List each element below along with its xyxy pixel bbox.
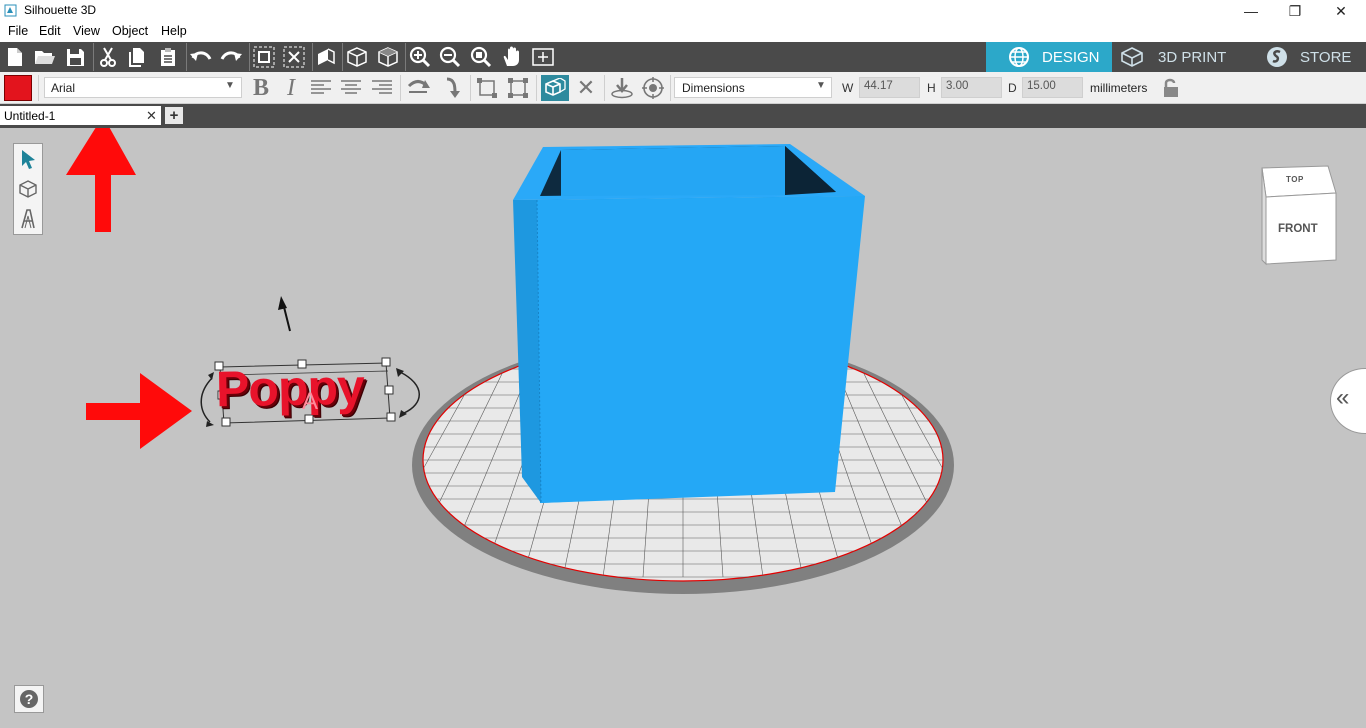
pan-hand-icon[interactable] [500,45,524,69]
toolbar-separator [470,75,471,101]
toolbar-separator [312,43,313,71]
toolbar-separator [405,43,406,71]
save-icon[interactable] [63,45,87,69]
bounding-box-icon[interactable] [474,76,500,100]
document-tab-bar [0,104,1366,128]
design-canvas[interactable] [0,128,1366,728]
align-center-icon[interactable] [338,76,364,100]
store-icon [1267,47,1287,67]
shape-cube-icon[interactable] [15,176,41,202]
depth-field[interactable]: 15.00 [1022,77,1083,98]
toolbar-separator [536,75,537,101]
svg-text:?: ? [25,691,34,707]
toolbar-separator [400,75,401,101]
minimize-button[interactable]: — [1228,0,1274,22]
menu-object[interactable]: Object [112,24,148,38]
new-file-icon[interactable] [3,45,27,69]
zoom-out-icon[interactable] [438,45,462,69]
align-right-icon[interactable] [369,76,395,100]
tab-design[interactable]: DESIGN [986,42,1112,72]
paste-icon[interactable] [156,45,180,69]
undo-icon[interactable] [189,45,213,69]
fit-page-icon[interactable] [531,45,555,69]
double-chevron-left-icon[interactable]: « [1336,384,1349,412]
maximize-button[interactable]: ❐ [1272,0,1318,22]
cube-view-icon[interactable] [345,45,369,69]
select-pointer-icon[interactable] [15,146,41,172]
text-path-icon[interactable] [406,76,432,100]
toolbar-separator [604,75,605,101]
tab-store[interactable]: STORE [1246,42,1366,72]
toolbar-separator [38,75,39,101]
zoom-fit-icon[interactable] [469,45,493,69]
tab-3d-print-label: 3D PRINT [1158,48,1227,66]
menu-file[interactable]: File [8,24,28,38]
center-target-icon[interactable] [640,76,666,100]
width-field[interactable]: 44.17 [859,77,920,98]
view-cube-top-label[interactable]: TOP [1286,175,1304,184]
cube-wire-icon[interactable] [376,45,400,69]
lock-icon[interactable] [1158,76,1184,100]
height-label: H [927,81,936,95]
globe-icon [1009,47,1029,67]
align-left-icon[interactable] [308,76,334,100]
toolbar-separator [249,43,250,71]
height-field[interactable]: 3.00 [941,77,1002,98]
font-select-value: Arial [51,81,76,95]
menu-edit[interactable]: Edit [39,24,61,38]
ungroup-icon[interactable] [282,45,306,69]
dimensions-select-value: Dimensions [682,81,745,95]
extrude-view-icon[interactable] [314,45,338,69]
tab-store-label: STORE [1300,48,1352,66]
open-file-icon[interactable] [33,45,57,69]
close-tab-icon[interactable]: ✕ [146,108,157,124]
copy-icon[interactable] [126,45,150,69]
new-tab-button[interactable]: + [165,107,183,124]
3d-print-icon [1121,47,1143,67]
group-icon[interactable] [252,45,276,69]
tab-3d-print[interactable]: 3D PRINT [1112,42,1246,72]
text-object-poppy[interactable]: Poppy [216,358,365,419]
width-label: W [842,81,854,95]
box-model[interactable] [513,144,865,504]
chevron-down-icon: ▼ [225,80,235,91]
close-window-button[interactable]: ✕ [1318,0,1364,22]
units-label: millimeters [1090,81,1148,95]
transform-box-icon[interactable] [505,76,531,100]
text-vertical-icon[interactable] [438,76,464,100]
3d-text-icon[interactable] [541,75,569,101]
title-bar [0,0,1366,22]
view-cube-front-label[interactable]: FRONT [1278,223,1318,235]
menu-help[interactable]: Help [161,24,187,38]
chevron-down-icon: ▼ [816,80,826,91]
color-swatch[interactable] [4,75,32,101]
redo-icon[interactable] [219,45,243,69]
annotation-arrows [66,128,192,449]
toolbar-separator [93,43,94,71]
toolbar-separator [670,75,671,101]
tab-design-label: DESIGN [1042,48,1100,66]
text-anchor-icon: A [302,388,319,415]
toolbar-separator [186,43,187,71]
text-tool-icon[interactable] [15,206,41,232]
menu-bar [0,22,1366,42]
window-title: Silhouette 3D [24,3,97,17]
document-tab-title: Untitled-1 [4,109,56,123]
toolbar-separator [342,43,343,71]
help-button[interactable]: ? [14,685,44,713]
app-icon [4,4,17,17]
zoom-in-icon[interactable] [408,45,432,69]
italic-icon[interactable]: I [278,75,304,101]
delete-icon[interactable]: ✕ [573,75,599,100]
drop-to-plate-icon[interactable] [609,76,635,100]
menu-view[interactable]: View [73,24,100,38]
depth-label: D [1008,81,1017,95]
cut-icon[interactable] [96,45,120,69]
help-icon: ? [20,690,38,708]
bold-icon[interactable]: B [248,75,274,101]
